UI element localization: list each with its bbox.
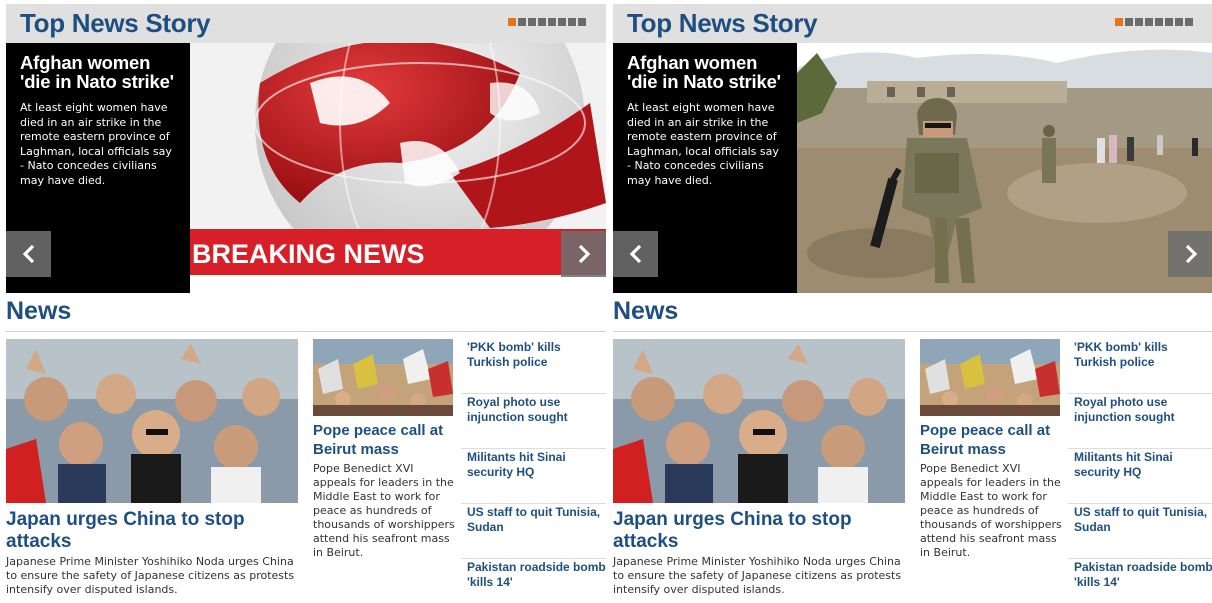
list-item: 'PKK bomb' kills Turkish police [461,339,606,394]
news-divider [6,331,606,332]
second-story-headline[interactable]: Pope peace call at Beirut mass [920,421,1068,459]
list-item: US staff to quit Tunisia, Sudan [1068,504,1212,559]
feature-story[interactable]: Afghan women 'die in Nato strike' At lea… [6,43,606,293]
top-news-header: Top News Story [613,4,1212,43]
headline-link[interactable]: 'PKK bomb' kills Turkish police [467,340,606,370]
pager-dot-2[interactable] [1125,18,1133,26]
pager-dot-3[interactable] [528,18,536,26]
pager-dot-7[interactable] [568,18,576,26]
news-divider [613,331,1212,332]
list-item: Royal photo use injunction sought [1068,394,1212,449]
pager-dot-8[interactable] [1185,18,1193,26]
second-story-headline[interactable]: Pope peace call at Beirut mass [313,421,461,459]
news-section-title: News [613,297,679,325]
feature-headline[interactable]: Afghan women 'die in Nato strike' [627,53,783,91]
headline-list: 'PKK bomb' kills Turkish police Royal ph… [1068,339,1212,603]
pager-dot-3[interactable] [1135,18,1143,26]
story-pager [508,18,586,28]
headline-link[interactable]: Militants hit Sinai security HQ [467,450,606,480]
headline-link[interactable]: Pakistan roadside bomb 'kills 14' [467,560,606,590]
pager-dot-4[interactable] [538,18,546,26]
list-item: Pakistan roadside bomb 'kills 14' [1068,559,1212,603]
previous-story-button[interactable] [613,231,658,277]
headline-link[interactable]: US staff to quit Tunisia, Sudan [467,505,606,535]
feature-story[interactable]: Afghan women 'die in Nato strike' At lea… [613,43,1212,293]
headline-link[interactable]: Royal photo use injunction sought [467,395,606,425]
breaking-news-banner-text: BREAKING NEWS [192,239,425,269]
top-news-title: Top News Story [627,8,818,38]
feature-headline[interactable]: Afghan women 'die in Nato strike' [20,53,176,91]
lead-story-image[interactable] [6,339,298,503]
second-story-summary: Pope Benedict XVI appeals for leaders in… [920,462,1062,559]
top-news-title: Top News Story [20,8,211,38]
pager-dot-7[interactable] [1175,18,1183,26]
story-pager [1115,18,1193,28]
pager-dot-1[interactable] [508,18,516,26]
list-item: Militants hit Sinai security HQ [461,449,606,504]
headline-link[interactable]: Militants hit Sinai security HQ [1074,450,1212,480]
headline-list: 'PKK bomb' kills Turkish police Royal ph… [461,339,606,603]
pager-dot-5[interactable] [1155,18,1163,26]
list-item: US staff to quit Tunisia, Sudan [461,504,606,559]
lead-story-image[interactable] [613,339,905,503]
left-panel: Top News Story Afghan women 'die in Nato… [6,0,606,603]
previous-story-button[interactable] [6,231,51,277]
pager-dot-6[interactable] [1165,18,1173,26]
headline-link[interactable]: US staff to quit Tunisia, Sudan [1074,505,1212,535]
news-section-title: News [6,297,72,325]
second-story-summary: Pope Benedict XVI appeals for leaders in… [313,462,455,559]
chevron-right-icon [578,244,590,264]
top-news-header: Top News Story [6,4,606,43]
pager-dot-8[interactable] [578,18,586,26]
lead-story-summary: Japanese Prime Minister Yoshihiko Noda u… [6,555,295,596]
second-story-image[interactable] [920,339,1060,416]
list-item: Pakistan roadside bomb 'kills 14' [461,559,606,603]
next-story-button[interactable] [561,231,606,277]
chevron-left-icon [629,244,641,264]
lead-story-headline[interactable]: Japan urges China to stop attacks [613,509,905,553]
headline-link[interactable]: Pakistan roadside bomb 'kills 14' [1074,560,1212,590]
chevron-right-icon [1185,244,1197,264]
lead-story-summary: Japanese Prime Minister Yoshihiko Noda u… [613,555,902,596]
headline-link[interactable]: Royal photo use injunction sought [1074,395,1212,425]
lead-story-headline[interactable]: Japan urges China to stop attacks [6,509,298,553]
chevron-left-icon [22,244,34,264]
list-item: Militants hit Sinai security HQ [1068,449,1212,504]
feature-summary: At least eight women have died in an air… [20,101,172,187]
feature-summary: At least eight women have died in an air… [627,101,779,187]
pager-dot-1[interactable] [1115,18,1123,26]
list-item: Royal photo use injunction sought [461,394,606,449]
next-story-button[interactable] [1168,231,1212,277]
pager-dot-4[interactable] [1145,18,1153,26]
pager-dot-2[interactable] [518,18,526,26]
headline-link[interactable]: 'PKK bomb' kills Turkish police [1074,340,1212,370]
list-item: 'PKK bomb' kills Turkish police [1068,339,1212,394]
pager-dot-6[interactable] [558,18,566,26]
soldier-photo[interactable] [797,43,1212,293]
pager-dot-5[interactable] [548,18,556,26]
right-panel: Top News Story Afghan women 'die in Nato… [613,0,1212,603]
breaking-news-image[interactable]: BREAKING NEWS [190,43,606,293]
second-story-image[interactable] [313,339,453,416]
